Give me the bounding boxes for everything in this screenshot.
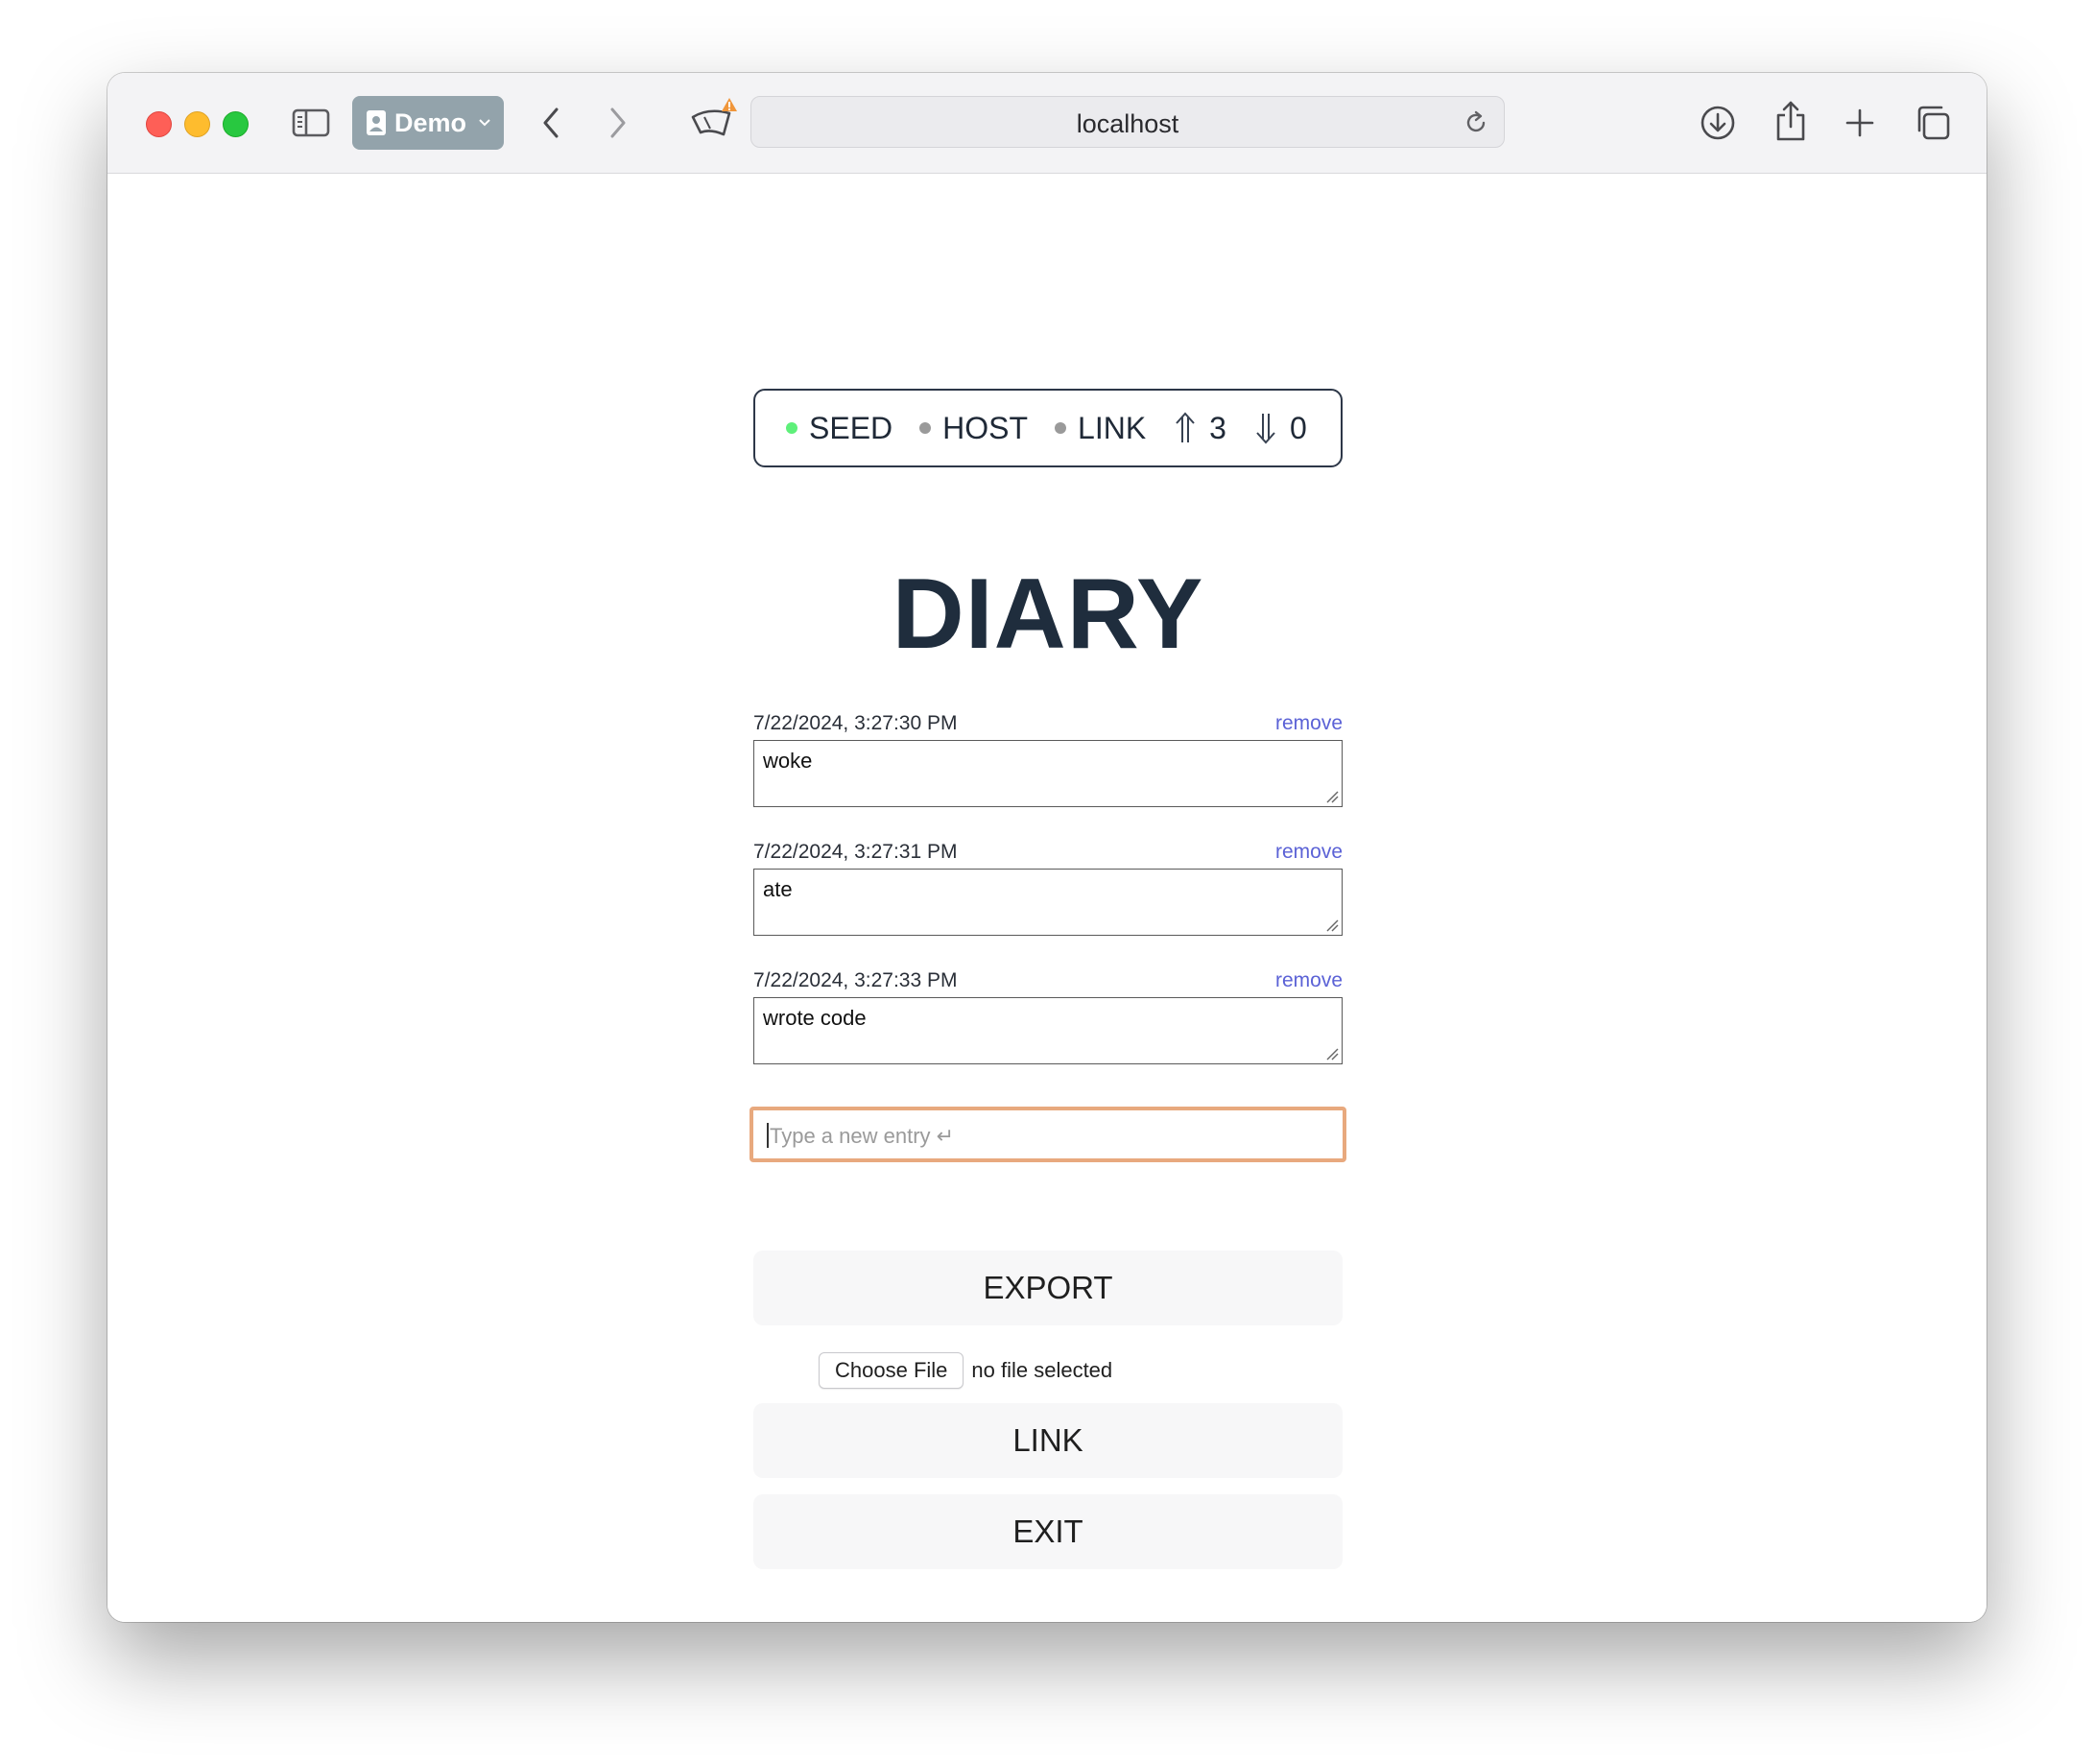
link-status: LINK [1055, 411, 1146, 446]
back-button[interactable] [534, 102, 568, 144]
sidebar-icon[interactable] [292, 106, 330, 140]
chevron-right-icon [610, 107, 626, 138]
upload-count: 3 [1209, 410, 1226, 445]
address-text: localhost [1076, 109, 1179, 138]
forward-button[interactable] [601, 102, 635, 144]
profile-switcher-button[interactable]: Demo [352, 96, 504, 150]
host-label: HOST [942, 410, 1029, 445]
entry-textarea[interactable]: wrote code [753, 997, 1343, 1064]
entry-date: 7/22/2024, 3:27:31 PM [753, 841, 958, 863]
entry-textarea[interactable]: ate [753, 869, 1343, 936]
entry-header: 7/22/2024, 3:27:30 PM remove [753, 711, 1343, 738]
browser-toolbar: Demo localhost [107, 73, 1987, 174]
diary-entry: 7/22/2024, 3:27:33 PM remove wrote code [753, 968, 1343, 1064]
seed-status: SEED [786, 411, 892, 446]
link-status-dot [1055, 422, 1067, 434]
browser-window: Demo localhost SEED HOST LINK 3 0 DIARY … [107, 73, 1987, 1622]
page-title: DIARY [892, 559, 1204, 670]
reload-icon[interactable] [1462, 108, 1490, 137]
chevron-left-icon [543, 107, 559, 138]
zoom-window-button[interactable] [223, 111, 249, 137]
host-status: HOST [919, 411, 1028, 446]
close-window-button[interactable] [146, 111, 172, 137]
diary-entry: 7/22/2024, 3:27:30 PM remove woke [753, 711, 1343, 807]
entry-header: 7/22/2024, 3:27:33 PM remove [753, 968, 1343, 995]
address-bar[interactable]: localhost [750, 96, 1505, 148]
link-status-label: LINK [1078, 410, 1147, 445]
screen: Demo localhost SEED HOST LINK 3 0 DIARY … [0, 0, 2094, 1764]
new-entry-input[interactable]: Type a new entry ↵ [750, 1107, 1346, 1162]
remove-entry-link[interactable]: remove [1275, 711, 1343, 738]
entry-text: wrote code [763, 1006, 867, 1030]
share-icon[interactable] [1772, 98, 1810, 144]
privacy-report-button[interactable] [687, 94, 741, 148]
profile-label: Demo [394, 107, 467, 137]
host-status-dot [919, 422, 932, 434]
entry-date: 7/22/2024, 3:27:30 PM [753, 712, 958, 734]
seed-label: SEED [809, 410, 893, 445]
diary-entry: 7/22/2024, 3:27:31 PM remove ate [753, 840, 1343, 936]
link-button[interactable]: LINK [753, 1403, 1343, 1478]
file-status-text: no file selected [971, 1358, 1113, 1382]
seed-status-dot [786, 422, 797, 434]
choose-file-button[interactable]: Choose File [819, 1352, 964, 1389]
plus-icon [1845, 108, 1874, 137]
person-badge-icon [366, 109, 387, 136]
chevron-down-icon [478, 118, 491, 128]
resize-grip-icon[interactable] [1325, 790, 1339, 803]
remove-entry-link[interactable]: remove [1275, 968, 1343, 995]
connection-status-bar: SEED HOST LINK 3 0 [753, 389, 1343, 467]
new-entry-placeholder: Type a new entry ↵ [770, 1124, 955, 1148]
download-count: 0 [1289, 410, 1307, 445]
remove-entry-link[interactable]: remove [1275, 840, 1343, 867]
entry-date: 7/22/2024, 3:27:33 PM [753, 969, 958, 991]
new-tab-button[interactable] [1841, 102, 1879, 144]
entry-text: ate [763, 877, 793, 901]
download-icon[interactable] [1699, 102, 1737, 144]
privacy-report-icon [691, 98, 737, 136]
resize-grip-icon[interactable] [1325, 918, 1339, 932]
tab-overview-icon[interactable] [1912, 102, 1954, 144]
entry-text: woke [763, 749, 813, 773]
page-content: SEED HOST LINK 3 0 DIARY 7/22/2024, 3:27… [107, 174, 1987, 1622]
download-arrow-icon [1253, 412, 1278, 444]
file-picker: Choose File no file selected [819, 1352, 1112, 1389]
entry-textarea[interactable]: woke [753, 740, 1343, 807]
resize-grip-icon[interactable] [1325, 1047, 1339, 1061]
upload-arrow-icon [1173, 412, 1198, 444]
text-caret [767, 1123, 769, 1148]
exit-button[interactable]: EXIT [753, 1494, 1343, 1569]
minimize-window-button[interactable] [184, 111, 210, 137]
entry-header: 7/22/2024, 3:27:31 PM remove [753, 840, 1343, 867]
export-button[interactable]: EXPORT [753, 1251, 1343, 1325]
